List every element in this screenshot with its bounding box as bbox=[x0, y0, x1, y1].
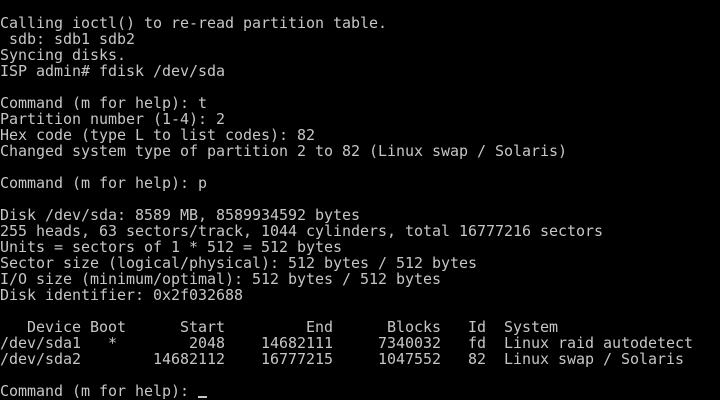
terminal-line: Disk identifier: 0x2f032688 bbox=[0, 286, 244, 304]
terminal-line: Calling ioctl() to re-read partition tab… bbox=[0, 14, 388, 32]
terminal-line: Disk /dev/sda: 8589 MB, 8589934592 bytes bbox=[0, 206, 361, 224]
terminal-line: sdb: sdb1 sdb2 bbox=[0, 30, 136, 48]
terminal-line: Partition number (1-4): 2 bbox=[0, 110, 226, 128]
terminal-screen[interactable]: Calling ioctl() to re-read partition tab… bbox=[0, 0, 720, 400]
partition-table-header: Device Boot Start End Blocks Id System bbox=[0, 318, 559, 336]
terminal-line: I/O size (minimum/optimal): 512 bytes / … bbox=[0, 270, 442, 288]
terminal-line: Units = sectors of 1 * 512 = 512 bytes bbox=[0, 238, 343, 256]
partition-row-sda1: /dev/sda1 * 2048 14682111 7340032 fd Lin… bbox=[0, 334, 694, 352]
terminal-line: Syncing disks. bbox=[0, 46, 127, 64]
terminal-line: Sector size (logical/physical): 512 byte… bbox=[0, 254, 478, 272]
text-cursor bbox=[198, 396, 208, 398]
terminal-line: Changed system type of partition 2 to 82… bbox=[0, 142, 568, 160]
command-prompt-line[interactable]: Command (m for help): bbox=[0, 382, 208, 400]
terminal-line: Hex code (type L to list codes): 82 bbox=[0, 126, 316, 144]
command-prompt: Command (m for help): bbox=[0, 382, 199, 400]
terminal-line: Command (m for help): p bbox=[0, 174, 208, 192]
terminal-line: 255 heads, 63 sectors/track, 1044 cylind… bbox=[0, 222, 604, 240]
terminal-line: Command (m for help): t bbox=[0, 94, 208, 112]
terminal-line: ISP admin# fdisk /dev/sda bbox=[0, 62, 226, 80]
partition-row-sda2: /dev/sda2 14682112 16777215 1047552 82 L… bbox=[0, 350, 685, 368]
